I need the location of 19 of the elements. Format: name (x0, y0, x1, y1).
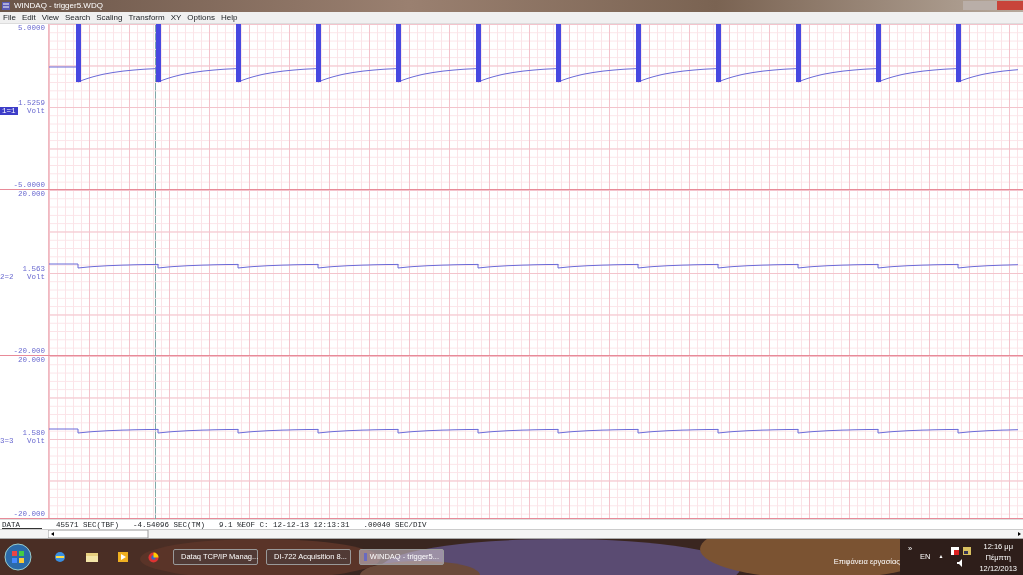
network-icon[interactable] (963, 547, 972, 555)
browser-icon[interactable] (148, 551, 159, 563)
menu-item[interactable]: Transform (125, 12, 168, 23)
window-title: WINDAQ - trigger5.WDQ (14, 0, 103, 12)
flag-icon[interactable] (951, 547, 960, 555)
globe-icon[interactable] (54, 551, 66, 563)
menu-item[interactable]: Options (184, 12, 218, 23)
menu-item[interactable]: View (38, 12, 62, 23)
menu-item[interactable]: Search (61, 12, 94, 23)
folder-icon[interactable] (86, 552, 98, 562)
menu-item[interactable]: Scaling (93, 12, 126, 23)
app-icon (2, 2, 10, 10)
menu-item[interactable]: Edit (18, 12, 39, 23)
start-button[interactable] (4, 543, 32, 571)
window-icon (364, 553, 367, 561)
menu-item[interactable]: Help (217, 12, 241, 23)
menu-item[interactable]: File (0, 12, 19, 23)
menu-item[interactable]: XY (167, 12, 185, 23)
scroll-right-icon[interactable] (1017, 530, 1023, 538)
